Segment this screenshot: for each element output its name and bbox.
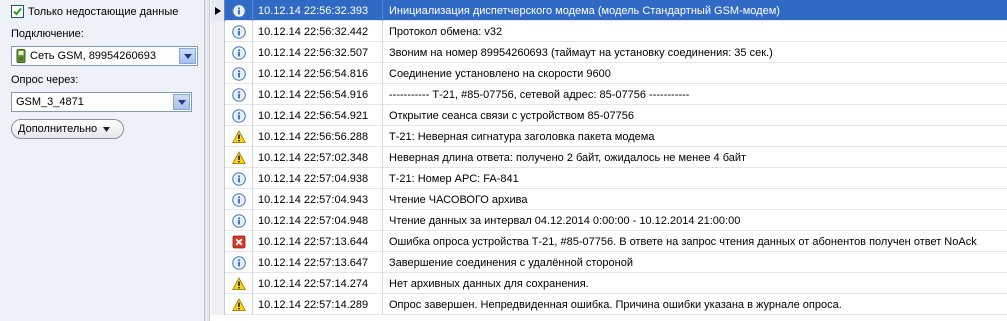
row-indicator[interactable] [211, 252, 225, 273]
log-row[interactable]: 10.12.14 22:56:54.921 Открытие сеанса свя… [211, 105, 1007, 126]
warning-icon [225, 126, 253, 147]
warning-icon [225, 273, 253, 294]
row-indicator[interactable] [211, 294, 225, 315]
connection-select[interactable]: Сеть GSM, 89954260693 [11, 46, 198, 66]
chevron-down-icon[interactable] [173, 94, 190, 110]
info-icon [225, 189, 253, 210]
log-row[interactable]: 10.12.14 22:57:04.943 Чтение ЧАСОВОГО арх… [211, 189, 1007, 210]
row-indicator[interactable] [211, 168, 225, 189]
poll-via-value: GSM_3_4871 [16, 96, 84, 108]
log-time: 10.12.14 22:57:02.348 [253, 147, 383, 168]
log-time: 10.12.14 22:56:32.442 [253, 21, 383, 42]
log-row[interactable]: 10.12.14 22:57:14.289 Опрос завершен. Неп… [211, 294, 1007, 315]
more-options-button[interactable]: Дополнительно [11, 119, 124, 139]
info-icon [225, 84, 253, 105]
warning-icon [225, 147, 253, 168]
info-icon [225, 42, 253, 63]
poll-via-select[interactable]: GSM_3_4871 [11, 92, 192, 112]
log-time: 10.12.14 22:57:14.289 [253, 294, 383, 315]
row-indicator[interactable] [211, 210, 225, 231]
row-indicator[interactable] [211, 42, 225, 63]
row-indicator[interactable] [211, 231, 225, 252]
row-indicator[interactable] [211, 63, 225, 84]
log-row[interactable]: 10.12.14 22:57:13.644 Ошибка опроса устро… [211, 231, 1007, 252]
log-message: Т-21: Номер АРС: FA-841 [389, 172, 519, 185]
log-row[interactable]: 10.12.14 22:56:32.393 Инициализация диспе… [211, 0, 1007, 21]
log-time: 10.12.14 22:57:04.948 [253, 210, 383, 231]
settings-panel: Только недостающие данные Подключение: С… [0, 0, 205, 321]
caret-down-icon [103, 126, 111, 132]
log-message: Протокол обмена: v32 [389, 25, 503, 38]
log-row[interactable]: 10.12.14 22:57:04.938 Т-21: Номер АРС: FA… [211, 168, 1007, 189]
log-message: Опрос завершен. Непредвиденная ошибка. П… [389, 298, 842, 311]
warning-icon [225, 294, 253, 315]
log-message: Звоним на номер 89954260693 (таймаут на … [389, 46, 773, 59]
log-time: 10.12.14 22:57:13.644 [253, 231, 383, 252]
phone-icon [16, 49, 26, 63]
log-message: Завершение соединения с удалённой сторон… [389, 256, 633, 269]
log-time: 10.12.14 22:57:04.938 [253, 168, 383, 189]
log-message: Неверная длина ответа: получено 2 байт, … [389, 151, 747, 164]
log-time: 10.12.14 22:57:13.647 [253, 252, 383, 273]
chevron-down-icon[interactable] [179, 48, 196, 64]
info-icon [225, 105, 253, 126]
log-time: 10.12.14 22:56:56.288 [253, 126, 383, 147]
log-message: Нет архивных данных для сохранения. [389, 277, 589, 290]
log-message: Соединение установлено на скорости 9600 [389, 67, 611, 80]
log-table: 10.12.14 22:56:32.393 Инициализация диспе… [211, 0, 1007, 321]
row-indicator[interactable] [211, 21, 225, 42]
poll-via-label: Опрос через: [11, 74, 79, 86]
log-row[interactable]: 10.12.14 22:56:54.916 ----------- Т-21, #… [211, 84, 1007, 105]
log-time: 10.12.14 22:56:32.393 [253, 0, 383, 21]
connection-value: Сеть GSM, 89954260693 [30, 50, 156, 62]
log-row[interactable]: 10.12.14 22:56:32.442 Протокол обмена: v3… [211, 21, 1007, 42]
log-message: Т-21: Неверная сигнатура заголовка пакет… [389, 130, 655, 143]
info-icon [225, 0, 253, 21]
connection-label: Подключение: [11, 28, 84, 40]
log-time: 10.12.14 22:56:54.921 [253, 105, 383, 126]
panel-splitter[interactable] [205, 0, 210, 321]
log-row[interactable]: 10.12.14 22:57:04.948 Чтение данных за ин… [211, 210, 1007, 231]
log-message: Ошибка опроса устройства Т-21, #85-07756… [389, 235, 977, 248]
info-icon [225, 168, 253, 189]
log-message: Открытие сеанса связи с устройством 85-0… [389, 109, 635, 122]
checkmark-icon [13, 7, 22, 16]
row-pointer-icon [214, 6, 221, 15]
log-message: Чтение ЧАСОВОГО архива [389, 193, 528, 206]
log-row[interactable]: 10.12.14 22:56:54.816 Соединение установл… [211, 63, 1007, 84]
row-indicator[interactable] [211, 105, 225, 126]
log-time: 10.12.14 22:57:04.943 [253, 189, 383, 210]
log-row[interactable]: 10.12.14 22:56:56.288 Т-21: Неверная сигн… [211, 126, 1007, 147]
log-row[interactable]: 10.12.14 22:57:02.348 Неверная длина отве… [211, 147, 1007, 168]
info-icon [225, 210, 253, 231]
only-missing-row[interactable]: Только недостающие данные [11, 5, 178, 18]
row-indicator[interactable] [211, 0, 225, 21]
more-options-label: Дополнительно [18, 123, 98, 135]
log-time: 10.12.14 22:57:14.274 [253, 273, 383, 294]
row-indicator[interactable] [211, 273, 225, 294]
row-indicator[interactable] [211, 126, 225, 147]
row-indicator[interactable] [211, 189, 225, 210]
info-icon [225, 63, 253, 84]
row-indicator[interactable] [211, 147, 225, 168]
info-icon [225, 21, 253, 42]
only-missing-checkbox[interactable] [11, 5, 24, 18]
log-row[interactable]: 10.12.14 22:57:13.647 Завершение соединен… [211, 252, 1007, 273]
log-row[interactable]: 10.12.14 22:57:14.274 Нет архивных данных… [211, 273, 1007, 294]
log-time: 10.12.14 22:56:54.916 [253, 84, 383, 105]
log-message: Инициализация диспетчерского модема (мод… [389, 4, 780, 17]
log-message: ----------- Т-21, #85-07756, сетевой адр… [389, 88, 690, 101]
info-icon [225, 252, 253, 273]
row-indicator[interactable] [211, 84, 225, 105]
only-missing-label: Только недостающие данные [28, 5, 179, 18]
log-message: Чтение данных за интервал 04.12.2014 0:0… [389, 214, 741, 227]
log-row[interactable]: 10.12.14 22:56:32.507 Звоним на номер 899… [211, 42, 1007, 63]
error-icon [225, 231, 253, 252]
log-time: 10.12.14 22:56:32.507 [253, 42, 383, 63]
log-time: 10.12.14 22:56:54.816 [253, 63, 383, 84]
